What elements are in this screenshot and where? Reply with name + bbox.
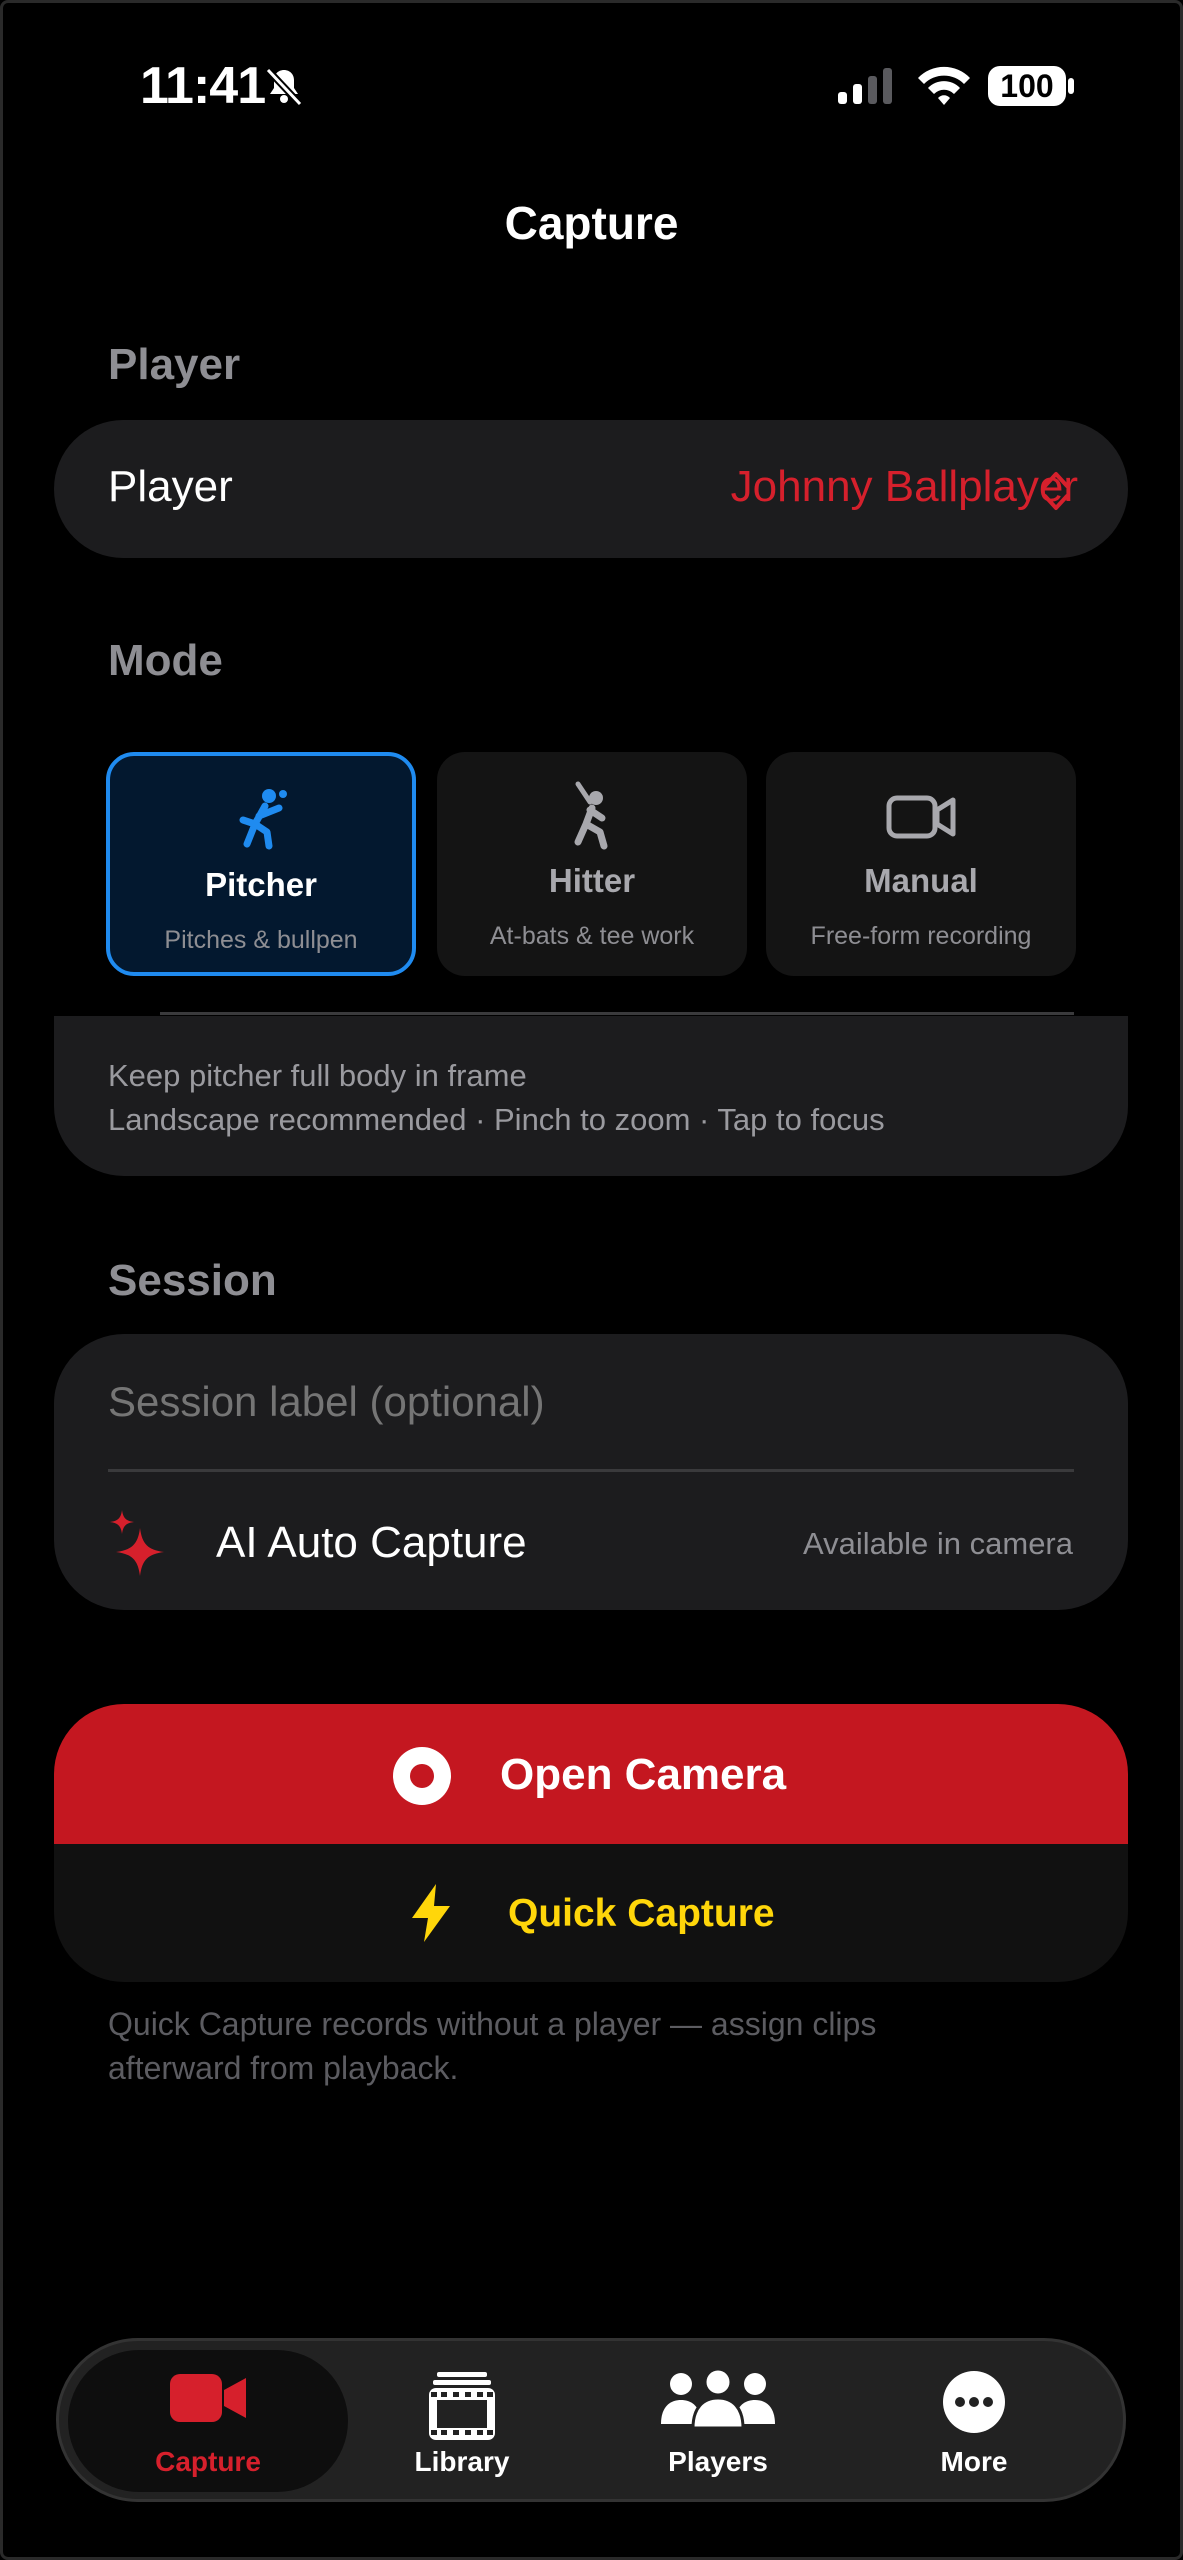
battery-indicator: 100 — [986, 62, 1076, 110]
tab-library[interactable]: Library — [362, 2350, 562, 2492]
tab-players[interactable]: Players — [618, 2350, 818, 2492]
film-library-icon — [429, 2372, 495, 2440]
pitcher-icon — [239, 789, 287, 850]
bell-slash-icon — [265, 67, 303, 107]
mode-title-pitcher: Pitcher — [205, 866, 317, 903]
mode-subtitle-pitcher: Pitches & bullpen — [164, 926, 358, 954]
player-row-label: Player — [108, 462, 233, 511]
video-camera-icon — [170, 2374, 246, 2422]
quick-capture-note: Quick Capture records without a player —… — [108, 2006, 877, 2042]
tab-label: More — [940, 2446, 1008, 2477]
lightning-bolt-icon — [412, 1884, 450, 1942]
mode-tile-manual[interactable]: Manual Free-form recording — [766, 752, 1076, 976]
mode-title-hitter: Hitter — [548, 862, 636, 899]
player-section-label: Player — [108, 340, 241, 389]
session-section-label: Session — [108, 1256, 277, 1305]
batter-icon — [574, 781, 608, 850]
people-group-icon — [661, 2370, 775, 2430]
session-card — [54, 1334, 1128, 1610]
record-icon — [393, 1747, 451, 1805]
tab-label: Players — [668, 2446, 768, 2477]
ai-auto-capture-status: Available in camera — [803, 1526, 1073, 1561]
wifi-icon — [918, 66, 970, 105]
mode-tile-pitcher[interactable]: Pitcher Pitches & bullpen — [106, 752, 416, 976]
mode-tip-line: Landscape recommended · Pinch to zoom · … — [108, 1102, 885, 1137]
mode-tip-line: Keep pitcher full body in frame — [108, 1058, 527, 1093]
chevron-up-down-icon — [1043, 472, 1069, 510]
mode-tile-hitter[interactable]: Hitter At-bats & tee work — [437, 752, 747, 976]
mode-tips-card — [54, 1016, 1128, 1176]
quick-capture-note: afterward from playback. — [108, 2050, 459, 2086]
quick-capture-label: Quick Capture — [508, 1892, 775, 1935]
ai-auto-capture-label: AI Auto Capture — [216, 1518, 527, 1567]
tab-more[interactable]: More — [874, 2350, 1074, 2492]
status-time: 11:41 — [140, 57, 266, 115]
mode-subtitle-manual: Free-form recording — [810, 922, 1032, 950]
tab-label: Capture — [155, 2446, 261, 2477]
divider — [108, 1469, 1074, 1472]
page-title: Capture — [504, 197, 679, 249]
mode-title-manual: Manual — [864, 862, 978, 899]
video-camera-icon — [886, 795, 956, 839]
ellipsis-circle-icon — [943, 2371, 1005, 2433]
tab-capture[interactable]: Capture — [108, 2350, 308, 2492]
sparkles-icon — [110, 1510, 164, 1576]
battery-percent: 100 — [1000, 68, 1054, 104]
open-camera-label: Open Camera — [500, 1750, 787, 1799]
player-selected-value[interactable]: Johnny Ballplayer — [731, 462, 1078, 512]
mode-subtitle-hitter: At-bats & tee work — [489, 922, 695, 950]
session-label-input[interactable] — [108, 1378, 1068, 1426]
mode-section-label: Mode — [108, 636, 223, 685]
divider — [160, 1012, 1074, 1015]
cellular-signal-icon — [838, 68, 892, 104]
tab-label: Library — [414, 2446, 510, 2477]
